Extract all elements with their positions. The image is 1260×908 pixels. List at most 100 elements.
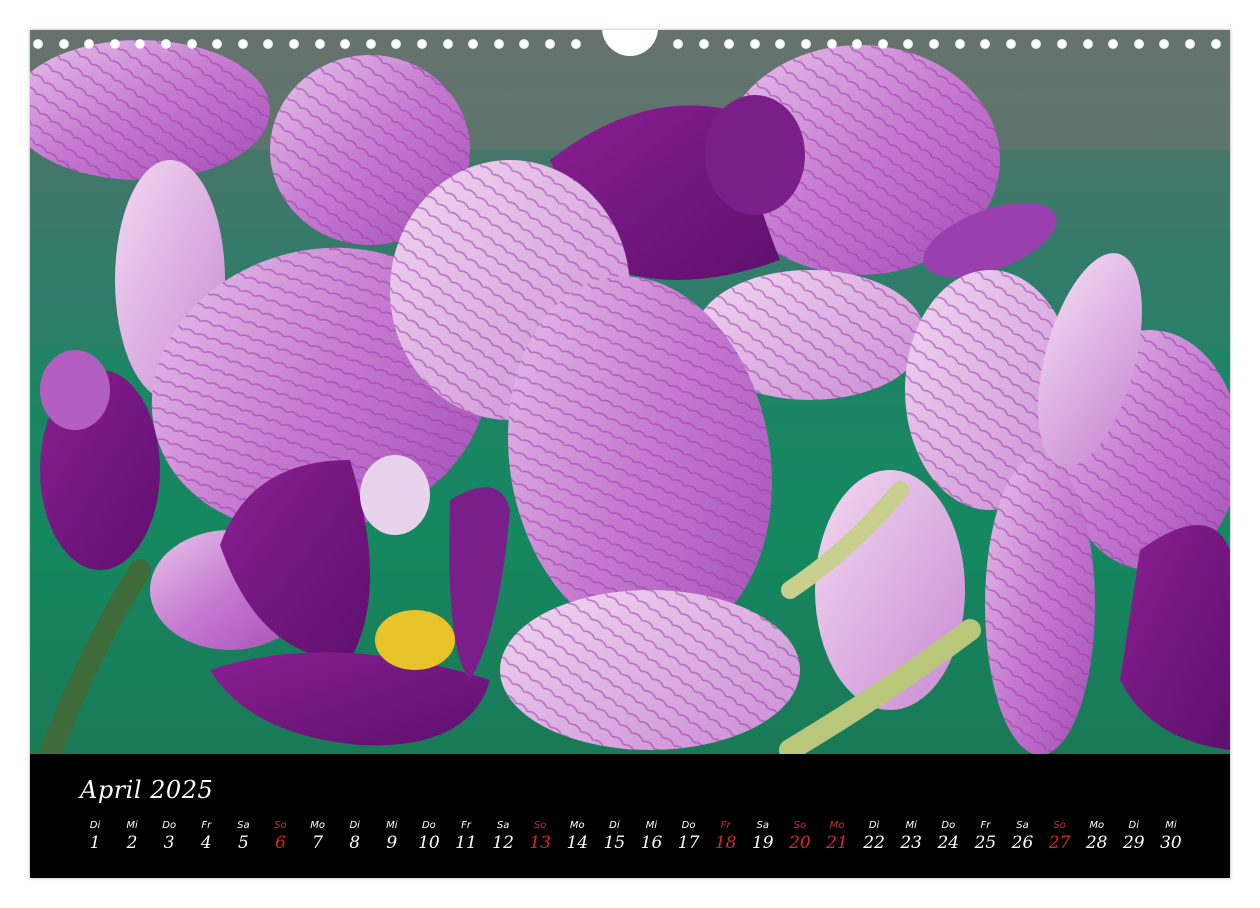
binding-hole [929,39,939,49]
day-number: 27 [1048,833,1071,853]
weekday-label: Mi [386,820,398,831]
day-number: 5 [237,833,249,853]
day-number: 18 [714,833,737,853]
weekday-label: Do [162,820,177,831]
binding-hole [801,39,811,49]
binding-hole [1108,39,1119,49]
weekday-label: Mo [569,820,585,831]
binding-hole [724,39,735,49]
binding-hole [1031,39,1042,49]
binding-hole [852,39,863,49]
weekday-label: Di [349,820,360,831]
binding-hole [417,39,427,49]
day-cell: Mi 9 [374,820,410,853]
day-cell: Do 17 [671,820,707,853]
day-number: 19 [751,833,774,853]
weekday-label: Mi [905,820,917,831]
binding-hole [1159,39,1170,49]
weekday-label: So [1053,820,1066,831]
weekday-label: Di [1128,820,1140,831]
day-cell: Fr 18 [708,820,744,853]
binding-hole [135,39,146,49]
day-cell: Do 24 [930,820,966,853]
day-number: 20 [789,833,811,853]
binding-hole [1133,39,1144,49]
day-cell: Fr 25 [967,820,1003,853]
binding-hole [365,39,376,49]
binding-hole [58,39,69,49]
day-cell: Mo 7 [300,820,336,853]
day-cell: Sa 12 [485,820,521,853]
day-number: 7 [312,833,323,853]
day-cell: So 20 [782,820,818,853]
binding-hole [775,39,786,49]
weekday-label: Fr [461,820,471,831]
binding-hole [673,39,683,49]
day-number: 9 [386,833,398,853]
day-cell: Mi 30 [1153,820,1189,853]
calendar-page: April 2025 Di 1 Mi 2 Do 3 Fr 4 Sa 5 So 6 Mo 7 Di 8 Mi 9 Do… [30,30,1230,878]
binding-hole [1005,39,1016,49]
day-cell: Do 3 [151,820,187,853]
day-cell: Mi 23 [893,820,929,853]
binding-hole [877,39,888,49]
weekday-label: Mo [829,820,845,831]
weekday-label: Di [89,820,101,831]
weekday-label: So [793,820,807,831]
weekday-label: Sa [237,820,250,831]
day-number: 13 [529,833,551,853]
day-cell: Di 22 [856,820,892,853]
day-cell: Fr 4 [188,820,224,853]
day-number: 15 [603,833,626,853]
day-number: 25 [974,833,997,853]
day-cell: Mi 2 [114,820,150,853]
weekday-label: Fr [201,820,212,831]
day-number: 23 [900,833,922,853]
binding-hole [109,39,120,49]
binding-hole [1057,39,1067,49]
day-cell: Di 1 [77,820,113,853]
binding-hole [442,39,453,49]
day-number: 10 [418,833,440,853]
month-title: April 2025 [80,776,214,804]
binding-hole [340,39,351,49]
day-number: 4 [200,833,212,853]
day-number: 30 [1160,833,1182,853]
binding-hole [749,39,760,49]
day-cell: Mo 21 [819,820,855,853]
weekday-label: Mi [1165,820,1177,831]
day-cell: So 27 [1042,820,1078,853]
day-number: 21 [826,833,848,853]
binding-hole [84,39,95,49]
binding-hole [468,39,479,49]
day-cell: Do 10 [411,820,447,853]
weekday-label: Di [609,820,620,831]
binding-hole [263,39,274,49]
day-number: 2 [126,833,138,853]
day-cell: Di 8 [337,820,373,853]
day-cell: Di 15 [596,820,632,853]
binding-hole [570,39,581,49]
day-number: 17 [677,833,700,853]
weekday-label: Do [681,820,696,831]
binding-hole [493,39,504,49]
binding-hole [237,39,248,49]
day-number: 24 [937,833,960,853]
day-number: 3 [163,833,175,853]
binding-hole [954,39,965,49]
weekday-label: Di [868,820,880,831]
orchid-photo [30,30,1230,754]
binding-hole [1210,39,1221,49]
binding-hole [289,39,299,49]
day-number: 6 [275,833,286,853]
binding-hole [161,39,171,49]
weekday-label: Mi [126,820,138,831]
day-cell: Sa 26 [1005,820,1041,853]
day-cell: So 13 [522,820,558,853]
weekday-label: Do [421,820,436,831]
weekday-label: Fr [980,820,991,831]
binding-hole [1082,39,1093,49]
day-number: 12 [492,833,514,853]
calendar-grid: April 2025 Di 1 Mi 2 Do 3 Fr 4 Sa 5 So 6 Mo 7 Di 8 Mi 9 Do… [30,754,1230,878]
day-cell: Mi 16 [634,820,670,853]
